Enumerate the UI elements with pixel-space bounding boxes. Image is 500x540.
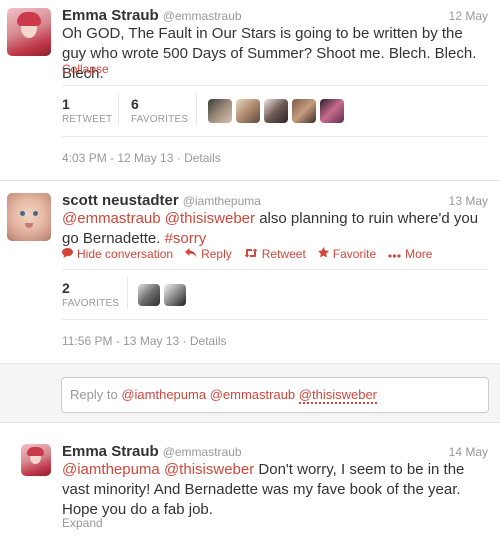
mention-link[interactable]: @thisisweber [164, 461, 254, 478]
author-handle[interactable]: @emmastraub [163, 9, 242, 23]
tweet-meta: 4:03 PM - 12 May 13 · Details [62, 151, 221, 165]
tweet-date[interactable]: 13 May [449, 194, 488, 208]
more-label[interactable]: More [405, 247, 432, 261]
star-icon [317, 247, 329, 261]
author-name[interactable]: Emma Straub @emmastraub [62, 7, 242, 24]
tweet-meta: 11:56 PM - 13 May 13 · Details [62, 334, 227, 348]
author-display-name[interactable]: Emma Straub [62, 7, 159, 24]
meta-dot: · [182, 334, 187, 348]
tweet-date[interactable]: 14 May [449, 445, 488, 459]
favoriter-avatar[interactable] [320, 99, 344, 123]
favoriter-avatar[interactable] [164, 284, 186, 306]
author-handle[interactable]: @emmastraub [163, 445, 242, 459]
collapse-link[interactable]: Collapse [62, 62, 109, 76]
speech-bubble-icon [62, 247, 73, 261]
mention-link[interactable]: @iamthepuma [62, 461, 160, 478]
reply-mention: @emmastraub [209, 387, 296, 402]
more-button[interactable]: More [388, 247, 432, 261]
reply-arrow-icon [185, 247, 197, 261]
divider [62, 136, 488, 137]
favorite-count[interactable]: 2 [62, 280, 70, 296]
tweet-emma-2: Emma Straub @emmastraub 14 May @iamthepum… [0, 424, 500, 540]
favorite-label[interactable]: FAVORITES [131, 114, 188, 125]
avatar-scott[interactable] [7, 193, 51, 241]
author-name[interactable]: Emma Straub @emmastraub [62, 443, 242, 460]
author-display-name[interactable]: scott neustadter [62, 192, 179, 209]
favorite-label[interactable]: Favorite [333, 247, 376, 261]
author-handle[interactable]: @iamthepuma [183, 194, 261, 208]
tweet-text: @iamthepuma @thisisweber Don't worry, I … [62, 460, 492, 520]
reply-prefix: Reply to [70, 387, 118, 402]
divider [62, 269, 488, 270]
timestamp[interactable]: 11:56 PM - 13 May 13 [62, 334, 179, 348]
retweet-label[interactable]: RETWEET [62, 114, 112, 125]
divider [62, 85, 488, 86]
favorite-label[interactable]: FAVORITES [62, 298, 119, 309]
details-link[interactable]: Details [190, 334, 227, 348]
author-display-name[interactable]: Emma Straub [62, 443, 159, 460]
details-link[interactable]: Details [184, 151, 221, 165]
retweet-count[interactable]: 1 [62, 96, 70, 112]
favoriter-avatar[interactable] [208, 99, 232, 123]
favoriter-avatar[interactable] [292, 99, 316, 123]
tweet-scott: scott neustadter @iamthepuma 13 May @emma… [0, 181, 500, 363]
tweet-actions: Hide conversation Reply Retweet Favorite… [62, 247, 432, 261]
reply-mention: @thisisweber [298, 387, 378, 404]
meta-dot: · [176, 151, 181, 165]
favoriter-avatar[interactable] [138, 284, 160, 306]
reply-area: Reply to @iamthepuma @emmastraub @thisis… [0, 363, 500, 423]
hide-conversation-button[interactable]: Hide conversation [62, 247, 173, 261]
retweet-label[interactable]: Retweet [262, 247, 306, 261]
timestamp[interactable]: 4:03 PM - 12 May 13 [62, 151, 173, 165]
reply-button[interactable]: Reply [185, 247, 232, 261]
stat-separator [118, 93, 119, 125]
tweet-emma-1: Emma Straub @emmastraub 12 May Oh GOD, Th… [0, 0, 500, 180]
tweet-text: Oh GOD, The Fault in Our Stars is going … [62, 25, 477, 82]
reply-label[interactable]: Reply [201, 247, 232, 261]
favorite-button[interactable]: Favorite [317, 247, 376, 261]
reply-mention: @iamthepuma [121, 387, 207, 402]
avatar-emma[interactable] [21, 444, 51, 476]
mention-link[interactable]: @thisisweber [165, 210, 255, 227]
author-name[interactable]: scott neustadter @iamthepuma [62, 192, 261, 209]
retweet-button[interactable]: Retweet [244, 247, 306, 261]
expand-link[interactable]: Expand [62, 516, 103, 530]
hashtag-link[interactable]: #sorry [165, 230, 207, 247]
favoriter-avatar[interactable] [236, 99, 260, 123]
mention-link[interactable]: @emmastraub [62, 210, 161, 227]
retweet-icon [244, 247, 258, 261]
avatar-emma[interactable] [7, 8, 51, 56]
divider [62, 319, 488, 320]
tweet-date[interactable]: 12 May [449, 9, 488, 23]
favoriter-avatar[interactable] [264, 99, 288, 123]
stat-separator [196, 93, 197, 125]
more-dots-icon [388, 247, 401, 261]
stat-separator [127, 277, 128, 309]
tweet-text: @emmastraub @thisisweber also planning t… [62, 209, 482, 249]
reply-input[interactable]: Reply to @iamthepuma @emmastraub @thisis… [61, 377, 489, 413]
hide-conversation-label[interactable]: Hide conversation [77, 247, 173, 261]
favorite-count[interactable]: 6 [131, 96, 139, 112]
